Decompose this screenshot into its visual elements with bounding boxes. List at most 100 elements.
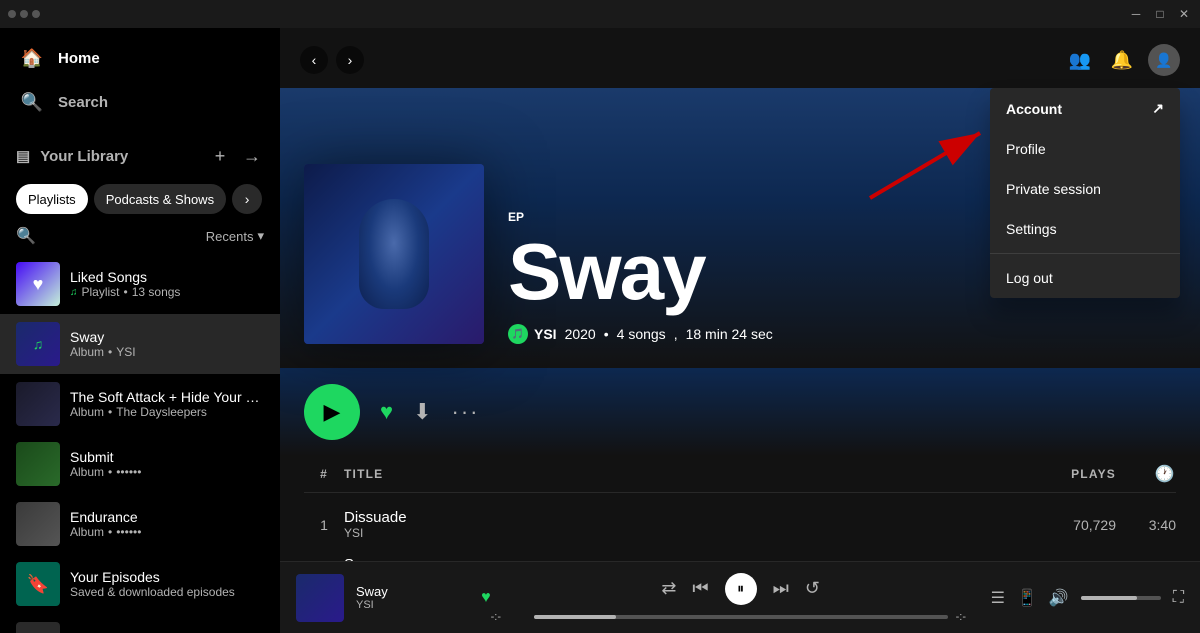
album-download-icon[interactable]: ⬇ (413, 399, 431, 425)
album-cover-inner (304, 164, 484, 344)
dropdown-profile-item[interactable]: Profile (990, 129, 1180, 169)
sway-info: Sway Album • YSI (70, 329, 264, 359)
filter-tab-podcasts[interactable]: Podcasts & Shows (94, 184, 226, 214)
library-icon: ▤ (16, 147, 30, 165)
episodes-thumb: 🔖 (16, 562, 60, 606)
main-content: ‹ › 👥 🔔 👤 Account ↗ Profile P (280, 28, 1200, 633)
player-heart-icon[interactable]: ♥ (481, 589, 491, 607)
dropdown-private-session-item[interactable]: Private session (990, 169, 1180, 209)
title-bar: ─ □ ✕ (0, 0, 1200, 28)
liked-songs-info: Liked Songs ♫ Playlist • 13 songs (70, 269, 264, 299)
progress-bar[interactable] (534, 615, 948, 619)
dropdown-settings-item[interactable]: Settings (990, 209, 1180, 249)
track-1-num: 1 (304, 517, 344, 533)
library-search-icon[interactable]: 🔍 (16, 226, 36, 246)
user-avatar-button[interactable]: 👤 (1148, 44, 1180, 76)
album-more-button[interactable]: ··· (452, 399, 480, 425)
track-1-artist: YSI (344, 526, 1016, 540)
endurance-name: Endurance (70, 509, 264, 525)
forward-button[interactable]: › (336, 46, 364, 74)
submit-type: Album (70, 465, 104, 479)
sidebar-item-home[interactable]: 🏠 Home (0, 36, 280, 80)
liked-songs-thumb: ♥ (16, 262, 60, 306)
library-title-button[interactable]: ▤ Your Library (16, 147, 208, 165)
library-item-soft-attack[interactable]: The Soft Attack + Hide Your Eyes Album •… (0, 374, 280, 434)
shuffle-button[interactable]: ⇄ (661, 578, 676, 599)
filter-tab-playlists[interactable]: Playlists (16, 184, 88, 214)
title-dot-2 (20, 10, 28, 18)
sway-type: Album (70, 345, 104, 359)
sway-thumb: ♫ (16, 322, 60, 366)
friends-button[interactable]: 👥 (1064, 44, 1096, 76)
player-track-info: Sway YSI (356, 584, 469, 611)
settings-label: Settings (1006, 221, 1057, 237)
back-button[interactable]: ‹ (300, 46, 328, 74)
album-meta: 🎵 YSI 2020 • 4 songs , 18 min 24 sec (508, 324, 1176, 344)
volume-fill (1081, 596, 1137, 600)
maximize-button[interactable]: □ (1152, 6, 1168, 22)
library-item-submit[interactable]: Submit Album • •••••• (0, 434, 280, 494)
minimize-button[interactable]: ─ (1128, 6, 1144, 22)
progress-fill (534, 615, 617, 619)
sidebar-item-search[interactable]: 🔍 Search (0, 80, 280, 124)
soft-attack-type: Album (70, 405, 104, 419)
library-add-button[interactable]: + (208, 144, 232, 168)
player-track-artist: YSI (356, 599, 469, 611)
album-artist[interactable]: 🎵 YSI (508, 324, 557, 344)
library-expand-button[interactable]: → (240, 144, 264, 168)
submit-name: Submit (70, 449, 264, 465)
episodes-type: Saved & downloaded episodes (70, 585, 235, 599)
soft-attack-name: The Soft Attack + Hide Your Eyes (70, 389, 264, 405)
library-item-your-episodes[interactable]: 🔖 Your Episodes Saved & downloaded episo… (0, 554, 280, 614)
player-time-current: -:- (491, 611, 526, 623)
library-actions: + → (208, 144, 264, 168)
sway-artist: YSI (116, 345, 135, 359)
next-button[interactable]: ⏭ (773, 578, 789, 599)
album-heart-icon[interactable]: ♥ (380, 399, 393, 425)
library-search-row: 🔍 Recents ▾ (0, 222, 280, 254)
library-item-sway[interactable]: ♫ Sway Album • YSI (0, 314, 280, 374)
album-separator2: , (674, 326, 678, 342)
album-cover (304, 164, 484, 344)
liked-songs-separator: • (124, 285, 128, 299)
repeat-button[interactable]: ↺ (805, 578, 820, 599)
fullscreen-icon[interactable]: ⛶ (1173, 589, 1184, 607)
dropdown-logout-item[interactable]: Log out (990, 258, 1180, 298)
episodes-name: Your Episodes (70, 569, 264, 585)
album-duration: 18 min 24 sec (686, 326, 773, 342)
track-1-duration: 3:40 (1116, 517, 1176, 533)
title-bar-dots (8, 10, 40, 18)
album-year: 2020 (565, 326, 596, 342)
devices-icon[interactable]: 📱 (1017, 588, 1037, 608)
table-row[interactable]: 2 Sway YSI 81,019 5:59 (304, 548, 1176, 561)
library-item-last[interactable]: •••••••••••••• (0, 614, 280, 633)
dropdown-account-item[interactable]: Account ↗ (990, 88, 1180, 129)
liked-songs-sub: ♫ Playlist • 13 songs (70, 285, 264, 299)
recents-sort-button[interactable]: Recents ▾ (206, 228, 264, 244)
title-bar-controls: ─ □ ✕ (1128, 6, 1192, 22)
content-header: ‹ › 👥 🔔 👤 Account ↗ Profile P (280, 28, 1200, 84)
header-plays: Plays (1016, 467, 1116, 481)
queue-icon[interactable]: ☰ (991, 588, 1005, 608)
filter-tabs: Playlists Podcasts & Shows › (0, 176, 280, 222)
library-item-endurance[interactable]: Endurance Album • •••••• (0, 494, 280, 554)
close-button[interactable]: ✕ (1176, 6, 1192, 22)
table-row[interactable]: 1 Dissuade YSI 70,729 3:40 (304, 501, 1176, 548)
user-dropdown-menu: Account ↗ Profile Private session Settin… (990, 88, 1180, 298)
library-item-liked-songs[interactable]: ♥ Liked Songs ♫ Playlist • 13 songs (0, 254, 280, 314)
previous-button[interactable]: ⏮ (692, 578, 708, 599)
liked-songs-count: 13 songs (132, 285, 181, 299)
album-play-button[interactable]: ▶ (304, 384, 360, 440)
notifications-button[interactable]: 🔔 (1106, 44, 1138, 76)
account-external-icon: ↗ (1152, 100, 1164, 117)
search-icon: 🔍 (20, 90, 44, 114)
recents-label: Recents (206, 229, 254, 244)
liked-songs-type: Playlist (82, 285, 120, 299)
pause-button[interactable]: ⏸ (725, 573, 757, 605)
header-num: # (304, 467, 344, 481)
submit-thumb (16, 442, 60, 486)
filter-more-button[interactable]: › (232, 184, 262, 214)
logout-label: Log out (1006, 270, 1053, 286)
volume-bar[interactable] (1081, 596, 1161, 600)
volume-icon[interactable]: 🔊 (1049, 588, 1069, 608)
